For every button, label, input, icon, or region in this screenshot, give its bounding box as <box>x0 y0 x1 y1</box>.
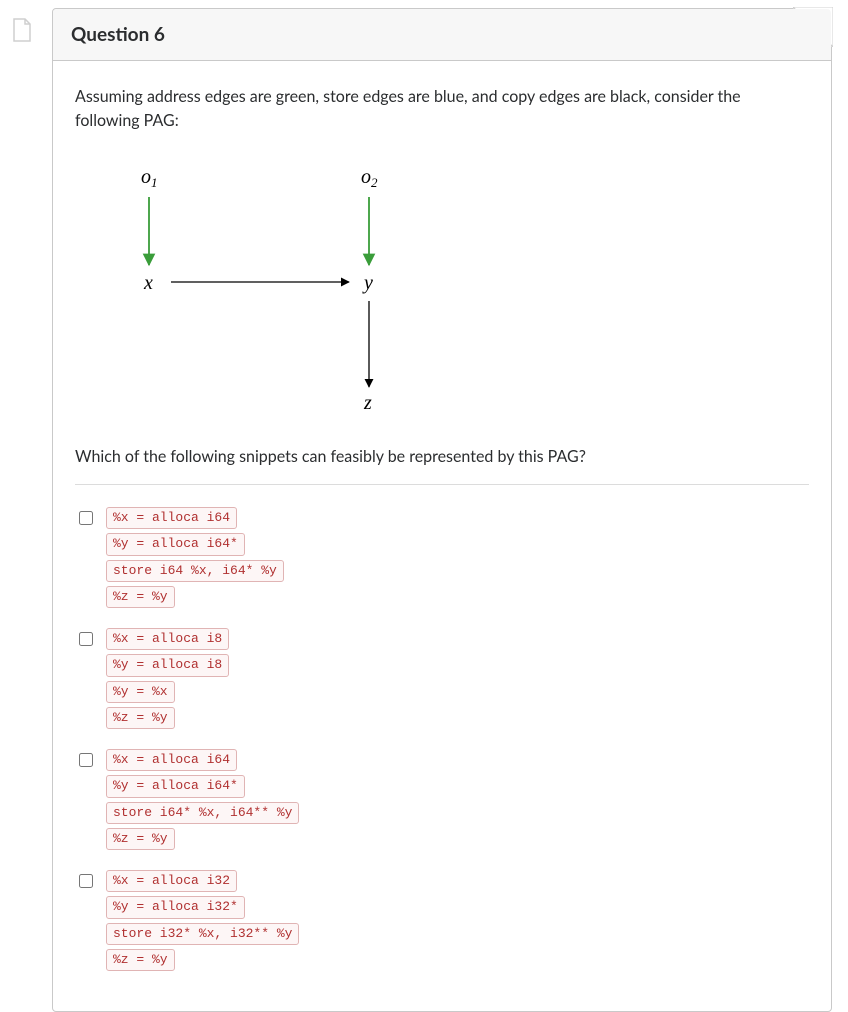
node-x: x <box>143 272 153 294</box>
option-d-snippet: %x = alloca i32 %y = alloca i32* store i… <box>106 870 299 971</box>
pag-diagram: o1 o2 x y z <box>111 161 809 425</box>
code-line: %z = %y <box>106 949 175 971</box>
node-z: z <box>363 392 372 414</box>
code-line: %y = alloca i32* <box>106 896 245 918</box>
option-d: %x = alloca i32 %y = alloca i32* store i… <box>75 870 809 971</box>
card-body: Assuming address edges are green, store … <box>53 61 831 1011</box>
question-subprompt: Which of the following snippets can feas… <box>75 447 809 466</box>
option-b: %x = alloca i8 %y = alloca i8 %y = %x %z… <box>75 628 809 729</box>
code-line: %z = %y <box>106 707 175 729</box>
code-line: %y = alloca i64* <box>106 775 245 797</box>
question-prompt: Assuming address edges are green, store … <box>75 85 809 133</box>
code-line: store i64 %x, i64* %y <box>106 560 284 582</box>
question-card: Question 6 Assuming address edges are gr… <box>52 8 832 1012</box>
option-b-checkbox[interactable] <box>79 632 93 646</box>
code-line: %x = alloca i32 <box>106 870 237 892</box>
option-c-snippet: %x = alloca i64 %y = alloca i64* store i… <box>106 749 299 850</box>
option-a: %x = alloca i64 %y = alloca i64* store i… <box>75 507 809 608</box>
card-header: Question 6 <box>53 9 831 61</box>
code-line: %y = %x <box>106 681 175 703</box>
node-y: y <box>362 272 373 294</box>
node-o1: o1 <box>141 166 158 190</box>
option-c-checkbox[interactable] <box>79 753 93 767</box>
code-line: %x = alloca i64 <box>106 749 237 771</box>
option-c: %x = alloca i64 %y = alloca i64* store i… <box>75 749 809 850</box>
code-line: %x = alloca i64 <box>106 507 237 529</box>
divider <box>75 484 809 485</box>
option-b-snippet: %x = alloca i8 %y = alloca i8 %y = %x %z… <box>106 628 229 729</box>
question-title: Question 6 <box>71 23 813 46</box>
code-line: %x = alloca i8 <box>106 628 229 650</box>
node-o2: o2 <box>361 166 378 190</box>
code-line: %y = alloca i8 <box>106 654 229 676</box>
option-a-checkbox[interactable] <box>79 511 93 525</box>
option-d-checkbox[interactable] <box>79 874 93 888</box>
code-line: store i64* %x, i64** %y <box>106 802 299 824</box>
code-line: %z = %y <box>106 586 175 608</box>
code-line: store i32* %x, i32** %y <box>106 923 299 945</box>
option-a-snippet: %x = alloca i64 %y = alloca i64* store i… <box>106 507 284 608</box>
code-line: %z = %y <box>106 828 175 850</box>
code-line: %y = alloca i64* <box>106 533 245 555</box>
page-outline-icon <box>12 18 32 42</box>
